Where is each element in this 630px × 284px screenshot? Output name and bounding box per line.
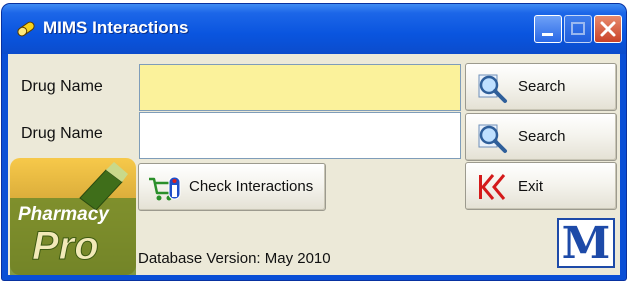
pill-capsule-icon (17, 21, 35, 37)
title-bar[interactable]: MIMS Interactions (2, 4, 626, 54)
check-interactions-button[interactable]: Check Interactions (138, 163, 326, 211)
minimize-icon (542, 33, 553, 36)
drug-name-label-1: Drug Name (21, 78, 103, 95)
drug-name-input-2[interactable] (139, 112, 461, 159)
logo-pharmacy-text: Pharmacy (18, 204, 110, 225)
cart-info-icon (149, 176, 181, 201)
exit-button[interactable]: Exit (465, 162, 617, 210)
database-version: Database Version: May 2010 (138, 250, 331, 267)
search-button-1[interactable]: Search (465, 63, 617, 111)
app-window: MIMS Interactions Drug Name Drug Name Se… (2, 4, 626, 280)
rewind-exit-icon (479, 174, 506, 200)
client-area: Drug Name Drug Name Search Search Check … (8, 54, 620, 275)
magnifier-icon (478, 124, 507, 153)
exit-button-label: Exit (518, 178, 544, 195)
drug-name-input-1[interactable] (139, 64, 461, 111)
magnifier-icon (478, 74, 507, 103)
search-button-2[interactable]: Search (465, 113, 617, 161)
search-button-2-label: Search (518, 128, 566, 145)
window-title: MIMS Interactions (43, 18, 189, 37)
minimize-button[interactable] (534, 15, 562, 43)
pharmacy-pro-logo: Pharmacy Pro (10, 158, 136, 275)
maximize-button[interactable] (564, 15, 592, 43)
logo-m-letter: M (561, 218, 611, 269)
check-interactions-label: Check Interactions (189, 178, 314, 195)
search-button-1-label: Search (518, 78, 566, 95)
close-button[interactable] (594, 15, 622, 43)
logo-pro-text: Pro (32, 224, 99, 268)
close-icon (600, 21, 616, 37)
drug-name-label-2: Drug Name (21, 125, 103, 142)
mims-m-logo: M (557, 218, 615, 269)
maximize-icon (571, 22, 585, 35)
